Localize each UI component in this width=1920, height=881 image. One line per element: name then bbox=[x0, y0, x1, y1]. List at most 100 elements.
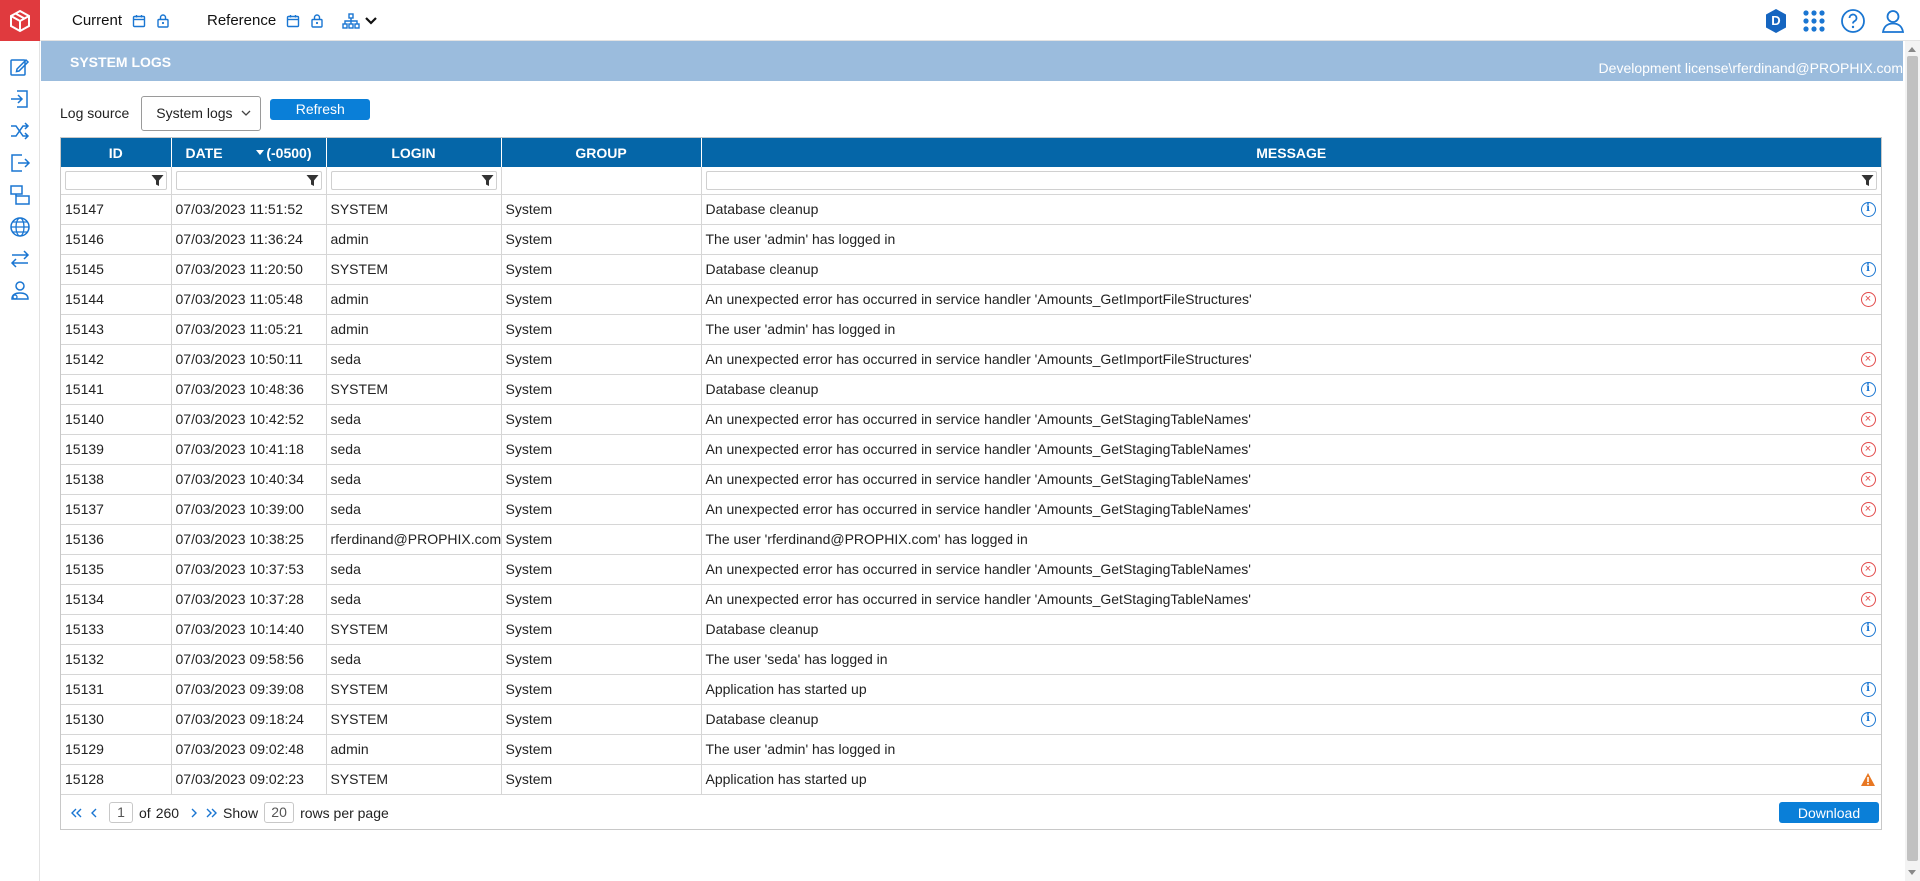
warning-icon[interactable] bbox=[1860, 772, 1876, 788]
nav-admin-icon[interactable] bbox=[8, 279, 32, 303]
chevron-down-icon[interactable] bbox=[364, 16, 378, 26]
date-filter-input[interactable] bbox=[175, 170, 322, 190]
error-icon[interactable]: × bbox=[1860, 412, 1876, 428]
page-number-input[interactable]: 1 bbox=[109, 802, 133, 823]
table-row[interactable]: 15144 07/03/2023 11:05:48 admin System An un… bbox=[61, 284, 1881, 315]
cell-message: An unexpected error has occurred in serv… bbox=[701, 494, 1881, 525]
download-button[interactable]: Download bbox=[1779, 802, 1879, 823]
last-page-icon[interactable] bbox=[203, 803, 221, 823]
table-row[interactable]: 15146 07/03/2023 11:36:24 admin System The u… bbox=[61, 224, 1881, 255]
cell-group: System bbox=[501, 674, 702, 705]
log-source-label: Log source bbox=[60, 105, 130, 121]
table-row[interactable]: 15142 07/03/2023 10:50:11 seda System An une… bbox=[61, 344, 1881, 375]
table-row[interactable]: 15137 07/03/2023 10:39:00 seda System An une… bbox=[61, 494, 1881, 525]
cell-login: seda bbox=[326, 494, 502, 525]
cell-id: 15134 bbox=[61, 584, 172, 615]
group-value: System bbox=[505, 651, 553, 667]
column-header-id[interactable]: ID bbox=[61, 138, 172, 167]
filter-icon[interactable] bbox=[1861, 174, 1874, 187]
scroll-thumb[interactable] bbox=[1907, 56, 1918, 861]
filter-icon[interactable] bbox=[306, 174, 319, 187]
first-page-icon[interactable] bbox=[67, 803, 85, 823]
info-icon[interactable]: i bbox=[1860, 262, 1876, 278]
filter-icon[interactable] bbox=[151, 174, 164, 187]
user-badge[interactable]: D bbox=[1764, 8, 1788, 34]
table-row[interactable]: 15133 07/03/2023 10:14:40 SYSTEM System Data… bbox=[61, 614, 1881, 645]
calendar-icon[interactable] bbox=[286, 14, 300, 28]
lock-icon[interactable] bbox=[156, 13, 170, 28]
column-header-message[interactable]: MESSAGE bbox=[701, 138, 1881, 167]
info-icon[interactable]: i bbox=[1860, 382, 1876, 398]
table-row[interactable]: 15139 07/03/2023 10:41:18 seda System An une… bbox=[61, 434, 1881, 465]
cell-message: The user 'admin' has logged in bbox=[701, 734, 1881, 765]
cell-group: System bbox=[501, 434, 702, 465]
current-context: Current bbox=[72, 0, 170, 41]
table-row[interactable]: 15129 07/03/2023 09:02:48 admin System The u… bbox=[61, 734, 1881, 765]
cell-id: 15130 bbox=[61, 704, 172, 735]
error-icon[interactable]: × bbox=[1860, 442, 1876, 458]
error-icon[interactable]: × bbox=[1860, 352, 1876, 368]
prev-page-icon[interactable] bbox=[85, 803, 103, 823]
help-icon[interactable] bbox=[1840, 8, 1866, 34]
cell-id: 15146 bbox=[61, 224, 172, 255]
table-row[interactable]: 15147 07/03/2023 11:51:52 SYSTEM System Data… bbox=[61, 194, 1881, 225]
current-label: Current bbox=[72, 12, 123, 29]
filter-icon[interactable] bbox=[481, 174, 494, 187]
error-icon[interactable]: × bbox=[1860, 562, 1876, 578]
rows-per-page-input[interactable]: 20 bbox=[264, 802, 295, 823]
table-row[interactable]: 15145 07/03/2023 11:20:50 SYSTEM System Data… bbox=[61, 254, 1881, 285]
info-icon[interactable]: i bbox=[1860, 682, 1876, 698]
nav-edit-icon[interactable] bbox=[8, 55, 32, 79]
table-row[interactable]: 15131 07/03/2023 09:39:08 SYSTEM System Appl… bbox=[61, 674, 1881, 705]
login-filter-input[interactable] bbox=[330, 170, 497, 190]
group-value: System bbox=[505, 741, 553, 757]
calendar-icon[interactable] bbox=[132, 14, 146, 28]
error-icon[interactable]: × bbox=[1860, 502, 1876, 518]
column-header-date[interactable]: DATE (-0500) bbox=[171, 138, 327, 167]
nav-export-icon[interactable] bbox=[8, 151, 32, 175]
column-header-group[interactable]: GROUP bbox=[501, 138, 702, 167]
table-row[interactable]: 15138 07/03/2023 10:40:34 seda System An une… bbox=[61, 464, 1881, 495]
lock-icon[interactable] bbox=[310, 13, 324, 28]
apps-grid-icon[interactable] bbox=[1802, 9, 1826, 33]
info-icon[interactable]: i bbox=[1860, 622, 1876, 638]
table-row[interactable]: 15140 07/03/2023 10:42:52 seda System An une… bbox=[61, 404, 1881, 435]
info-icon[interactable]: i bbox=[1860, 712, 1876, 728]
next-page-icon[interactable] bbox=[185, 803, 203, 823]
nav-shuffle-icon[interactable] bbox=[8, 119, 32, 143]
message-value: An unexpected error has occurred in serv… bbox=[705, 351, 1252, 367]
error-icon[interactable]: × bbox=[1860, 592, 1876, 608]
table-row[interactable]: 15132 07/03/2023 09:58:56 seda System The us… bbox=[61, 644, 1881, 675]
table-row[interactable]: 15134 07/03/2023 10:37:28 seda System An une… bbox=[61, 584, 1881, 615]
vertical-scrollbar[interactable] bbox=[1905, 41, 1920, 881]
hierarchy-icon[interactable] bbox=[342, 12, 360, 29]
error-icon[interactable]: × bbox=[1860, 292, 1876, 308]
table-row[interactable]: 15135 07/03/2023 10:37:53 seda System An une… bbox=[61, 554, 1881, 585]
table-row[interactable]: 15130 07/03/2023 09:18:24 SYSTEM System Data… bbox=[61, 704, 1881, 735]
message-value: The user 'rferdinand@PROPHIX.com' has lo… bbox=[705, 531, 1028, 547]
info-icon[interactable]: i bbox=[1860, 202, 1876, 218]
login-value: SYSTEM bbox=[330, 711, 389, 727]
nav-globe-icon[interactable] bbox=[8, 215, 32, 239]
scroll-down-arrow[interactable] bbox=[1908, 870, 1916, 875]
message-filter-input[interactable] bbox=[705, 170, 1877, 190]
refresh-button[interactable]: Refresh bbox=[270, 98, 371, 120]
id-filter-input[interactable] bbox=[65, 170, 167, 190]
app-logo[interactable] bbox=[0, 0, 40, 41]
nav-transfer-icon[interactable] bbox=[8, 247, 32, 271]
cell-date: 07/03/2023 10:38:25 bbox=[171, 524, 327, 555]
nav-layers-icon[interactable] bbox=[8, 183, 32, 207]
table-row[interactable]: 15143 07/03/2023 11:05:21 admin System The u… bbox=[61, 314, 1881, 345]
log-source-select[interactable]: System logs bbox=[141, 95, 262, 131]
message-value: The user 'seda' has logged in bbox=[705, 651, 888, 667]
cell-login: SYSTEM bbox=[326, 374, 502, 405]
column-header-login[interactable]: LOGIN bbox=[326, 138, 502, 167]
user-profile-icon[interactable] bbox=[1880, 8, 1906, 34]
table-row[interactable]: 15141 07/03/2023 10:48:36 SYSTEM System Data… bbox=[61, 374, 1881, 405]
cell-message: Application has started up bbox=[701, 764, 1881, 795]
table-row[interactable]: 15128 07/03/2023 09:02:23 SYSTEM System Appl… bbox=[61, 764, 1881, 795]
table-row[interactable]: 15136 07/03/2023 10:38:25 rferdinand@PROPH… bbox=[61, 524, 1881, 555]
error-icon[interactable]: × bbox=[1860, 472, 1876, 488]
nav-import-icon[interactable] bbox=[8, 87, 32, 111]
scroll-up-arrow[interactable] bbox=[1908, 47, 1916, 52]
